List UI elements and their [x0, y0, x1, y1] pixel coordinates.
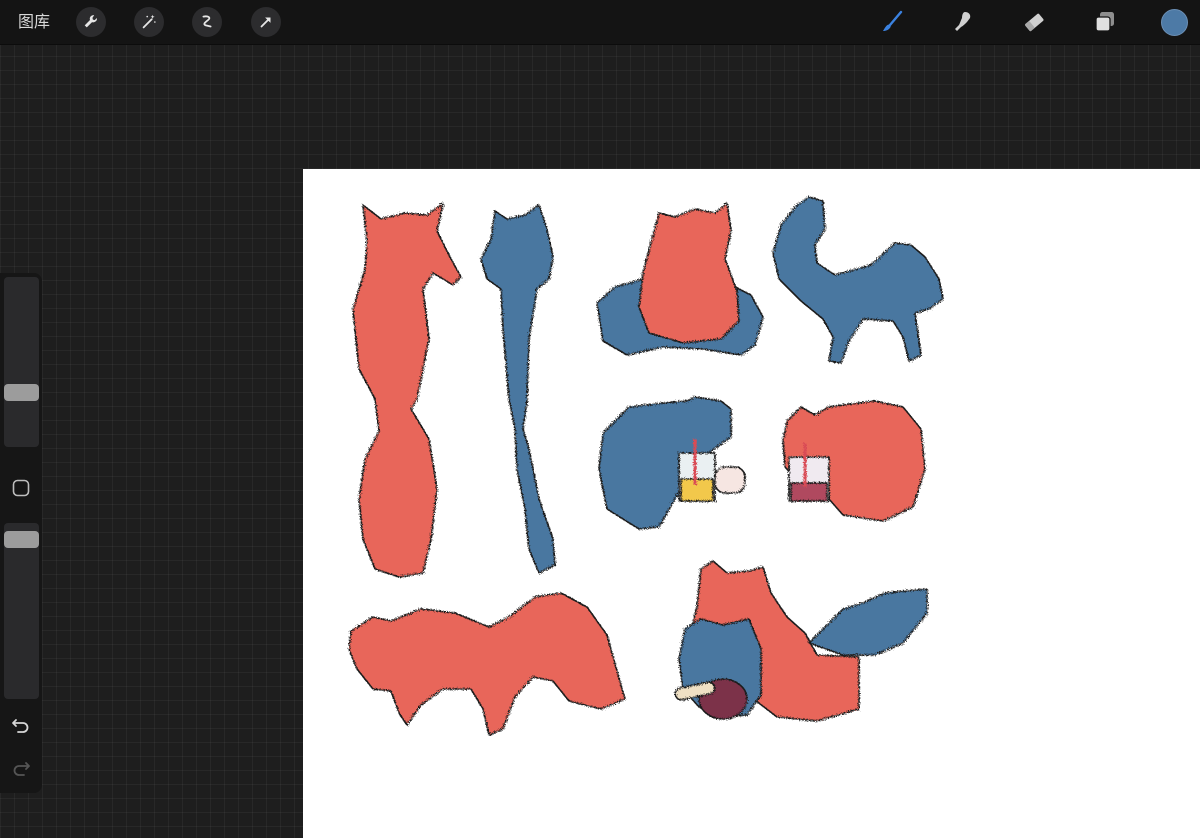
layers-button[interactable]: [1089, 7, 1121, 37]
gallery-button[interactable]: 图库: [18, 11, 50, 33]
left-sidebar: [0, 273, 42, 793]
brush-size-thumb[interactable]: [4, 384, 39, 402]
adjustments-button[interactable]: [134, 7, 164, 37]
bottle-pink: [714, 466, 746, 494]
selection-button[interactable]: [192, 7, 222, 37]
blue-cat-tall: [480, 204, 556, 574]
blue-cat-standing: [772, 196, 944, 364]
red-cat-tall: [352, 202, 462, 578]
layers-icon: [1095, 12, 1114, 32]
drawing-canvas[interactable]: [303, 169, 1200, 838]
wrench-icon: [84, 15, 97, 28]
transform-button[interactable]: [251, 7, 281, 37]
brush-icon: [883, 10, 903, 31]
modify-button-icon[interactable]: [11, 478, 31, 498]
eraser-tool-button[interactable]: [1018, 7, 1050, 37]
top-toolbar: 图库: [0, 0, 1200, 45]
undo-icon[interactable]: [10, 714, 32, 736]
opacity-thumb[interactable]: [4, 530, 39, 548]
eraser-icon: [1025, 13, 1044, 32]
smudge-icon: [955, 12, 971, 31]
procreate-app: 图库: [0, 0, 1200, 838]
redo-icon[interactable]: [10, 757, 32, 779]
smudge-tool-button[interactable]: [948, 7, 980, 37]
red-cat-crouching: [348, 592, 626, 736]
brush-tool-button[interactable]: [876, 7, 908, 37]
color-picker-button[interactable]: [1161, 9, 1188, 36]
magic-wand-icon: [142, 14, 156, 29]
transform-arrow-icon: [260, 17, 271, 28]
brush-size-slider[interactable]: [4, 277, 39, 447]
actions-button[interactable]: [76, 7, 106, 37]
artwork: [348, 196, 944, 736]
opacity-slider[interactable]: [4, 523, 39, 699]
blue-tail: [808, 588, 928, 656]
red-cat-sitting: [638, 202, 740, 344]
selection-icon: [202, 15, 212, 28]
